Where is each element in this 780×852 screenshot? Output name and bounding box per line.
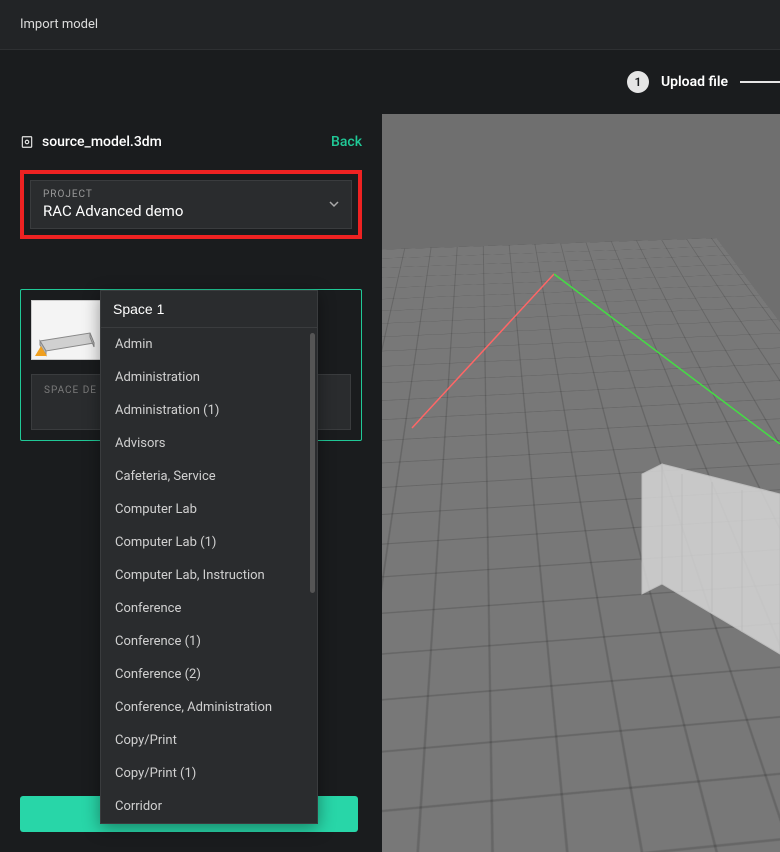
- step-connector-line: [740, 81, 780, 83]
- autocomplete-option[interactable]: Administration (1): [101, 394, 317, 427]
- scrollbar[interactable]: [310, 333, 315, 821]
- viewport-3d[interactable]: [382, 114, 780, 852]
- step-number-badge: 1: [627, 71, 649, 93]
- step-label: Upload file: [661, 74, 728, 90]
- autocomplete-option[interactable]: Copy/Print (1): [101, 757, 317, 790]
- autocomplete-option[interactable]: Conference: [101, 592, 317, 625]
- file-header: source_model.3dm Back: [20, 134, 362, 150]
- titlebar: Import model: [0, 0, 780, 50]
- autocomplete-option[interactable]: Copy/Print: [101, 724, 317, 757]
- file-name-row: source_model.3dm: [20, 134, 162, 150]
- autocomplete-option[interactable]: Admin: [101, 328, 317, 361]
- autocomplete-option[interactable]: Corridor: [101, 790, 317, 823]
- autocomplete-option[interactable]: Computer Lab: [101, 493, 317, 526]
- space-name-input[interactable]: [101, 291, 317, 328]
- project-select[interactable]: PROJECT RAC Advanced demo: [30, 180, 352, 229]
- warning-icon: [35, 346, 47, 356]
- space-thumbnail[interactable]: [31, 300, 101, 360]
- autocomplete-list[interactable]: AdminAdministrationAdministration (1)Adv…: [101, 328, 317, 823]
- autocomplete-option[interactable]: Computer Lab (1): [101, 526, 317, 559]
- file-name: source_model.3dm: [42, 134, 162, 150]
- grid-floor: [382, 238, 780, 852]
- space-name-autocomplete: AdminAdministrationAdministration (1)Adv…: [100, 290, 318, 824]
- page-title: Import model: [20, 17, 98, 32]
- stepper: 1 Upload file: [0, 50, 780, 114]
- chevron-down-icon: [329, 198, 339, 212]
- autocomplete-option[interactable]: Conference, Administration: [101, 691, 317, 724]
- autocomplete-option[interactable]: Conference (2): [101, 658, 317, 691]
- autocomplete-option[interactable]: Cafeteria, Service: [101, 460, 317, 493]
- project-select-label: PROJECT: [43, 189, 339, 200]
- project-select-highlight: PROJECT RAC Advanced demo: [20, 170, 362, 239]
- autocomplete-option[interactable]: Conference (1): [101, 625, 317, 658]
- scrollbar-thumb[interactable]: [310, 333, 315, 593]
- back-link[interactable]: Back: [331, 134, 362, 150]
- autocomplete-option[interactable]: Advisors: [101, 427, 317, 460]
- project-select-value: RAC Advanced demo: [43, 202, 339, 220]
- autocomplete-option[interactable]: Administration: [101, 361, 317, 394]
- autocomplete-option[interactable]: Computer Lab, Instruction: [101, 559, 317, 592]
- file-icon: [20, 135, 34, 149]
